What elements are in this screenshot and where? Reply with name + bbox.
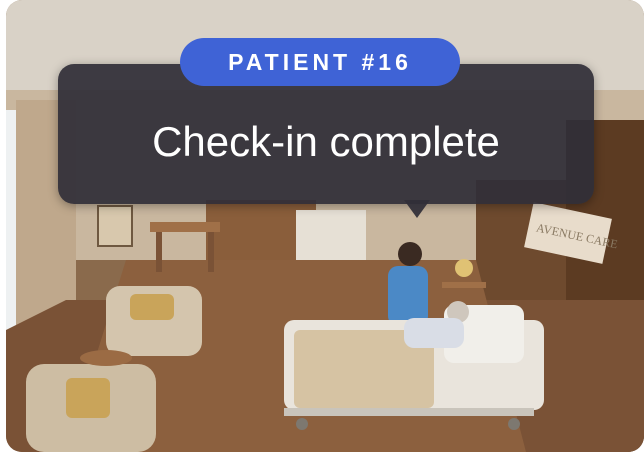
patient-badge-label: PATIENT #16 (228, 48, 412, 75)
callout-pointer (404, 200, 430, 218)
status-headline: Check-in complete (152, 118, 500, 165)
patient-badge: PATIENT #16 (180, 38, 460, 86)
